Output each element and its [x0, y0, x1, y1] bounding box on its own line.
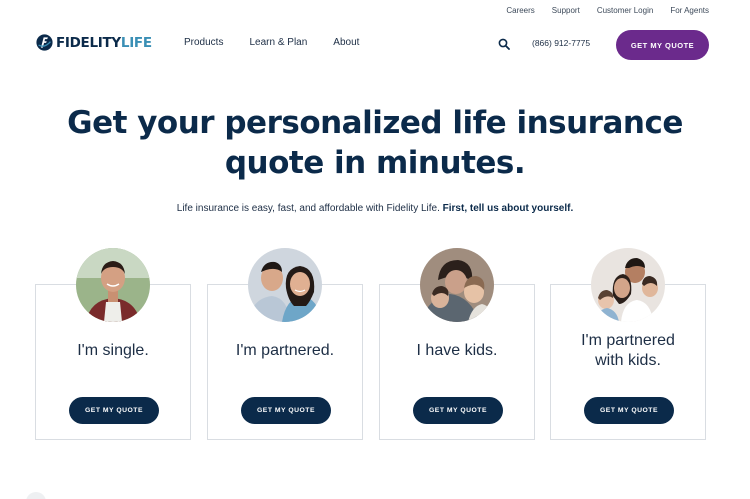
for-agents-link[interactable]: For Agents — [670, 6, 709, 15]
title-line-2: quote in minutes. — [224, 145, 526, 181]
utility-bar: Careers Support Customer Login For Agent… — [506, 6, 709, 15]
search-icon[interactable] — [498, 38, 510, 50]
card-label: I'm single. — [77, 342, 149, 359]
nav-products[interactable]: Products — [184, 37, 223, 48]
careers-link[interactable]: Careers — [506, 6, 534, 15]
header-get-quote-button[interactable]: GET MY QUOTE — [616, 30, 709, 60]
get-quote-button-single[interactable]: GET MY QUOTE — [69, 397, 159, 424]
nav-about[interactable]: About — [333, 37, 359, 48]
avatar-couple — [248, 248, 322, 322]
get-quote-button-partnered-kids[interactable]: GET MY QUOTE — [584, 397, 674, 424]
nav-learn-plan[interactable]: Learn & Plan — [249, 37, 307, 48]
title-line-1: Get your personalized life insurance — [67, 105, 683, 141]
avatar-single-man — [76, 248, 150, 322]
avatar-family — [591, 248, 665, 322]
logo-text-fidelity: FIDELITY — [56, 34, 121, 51]
get-quote-button-kids[interactable]: GET MY QUOTE — [413, 397, 503, 424]
get-quote-button-partnered[interactable]: GET MY QUOTE — [241, 397, 331, 424]
scroll-indicator — [26, 492, 46, 499]
avatar-parent-with-kids — [420, 248, 494, 322]
main-nav: Products Learn & Plan About — [184, 37, 359, 48]
card-label: I'm partnered. — [235, 342, 335, 359]
logo-text: FIDELITYLIFE — [56, 35, 152, 51]
card-label-line-2: with kids. — [595, 352, 661, 369]
fidelity-life-logo[interactable]: FIDELITYLIFE — [36, 34, 152, 51]
logo-text-life: LIFE — [120, 34, 152, 51]
page-title: Get your personalized life insurance quo… — [0, 103, 750, 183]
logo-mark-icon — [36, 34, 53, 51]
support-link[interactable]: Support — [552, 6, 580, 15]
subtitle-text: Life insurance is easy, fast, and afford… — [176, 203, 440, 214]
subtitle-bold-text: First, tell us about yourself. — [442, 203, 574, 214]
card-label: I have kids. — [416, 342, 498, 359]
card-label-line-1: I'm partnered — [581, 332, 675, 349]
hero-subtitle: Life insurance is easy, fast, and afford… — [0, 203, 750, 214]
phone-number[interactable]: (866) 912-7775 — [532, 38, 590, 48]
customer-login-link[interactable]: Customer Login — [597, 6, 653, 15]
